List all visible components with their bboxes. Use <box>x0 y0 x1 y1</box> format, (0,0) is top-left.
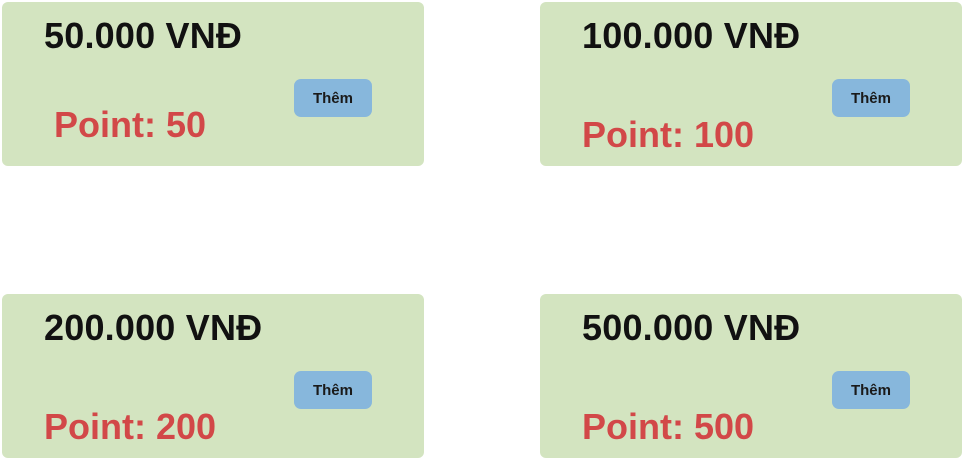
add-button[interactable]: Thêm <box>832 79 910 117</box>
topup-card-500000: 500.000 VNĐ Point: 500 Thêm <box>540 294 962 458</box>
topup-card-100000: 100.000 VNĐ Point: 100 Thêm <box>540 2 962 166</box>
card-points: Point: 200 <box>44 406 217 447</box>
card-price: 500.000 VNĐ <box>582 307 801 348</box>
card-price: 50.000 VNĐ <box>44 15 243 56</box>
card-points: Point: 500 <box>582 406 755 447</box>
card-price: 100.000 VNĐ <box>582 15 801 56</box>
add-button[interactable]: Thêm <box>294 371 372 409</box>
add-button[interactable]: Thêm <box>294 79 372 117</box>
add-button[interactable]: Thêm <box>832 371 910 409</box>
card-points: Point: 50 <box>54 104 207 145</box>
topup-card-200000: 200.000 VNĐ Point: 200 Thêm <box>2 294 424 458</box>
card-price: 200.000 VNĐ <box>44 307 263 348</box>
topup-card-50000: 50.000 VNĐ Point: 50 Thêm <box>2 2 424 166</box>
card-points: Point: 100 <box>582 114 755 155</box>
